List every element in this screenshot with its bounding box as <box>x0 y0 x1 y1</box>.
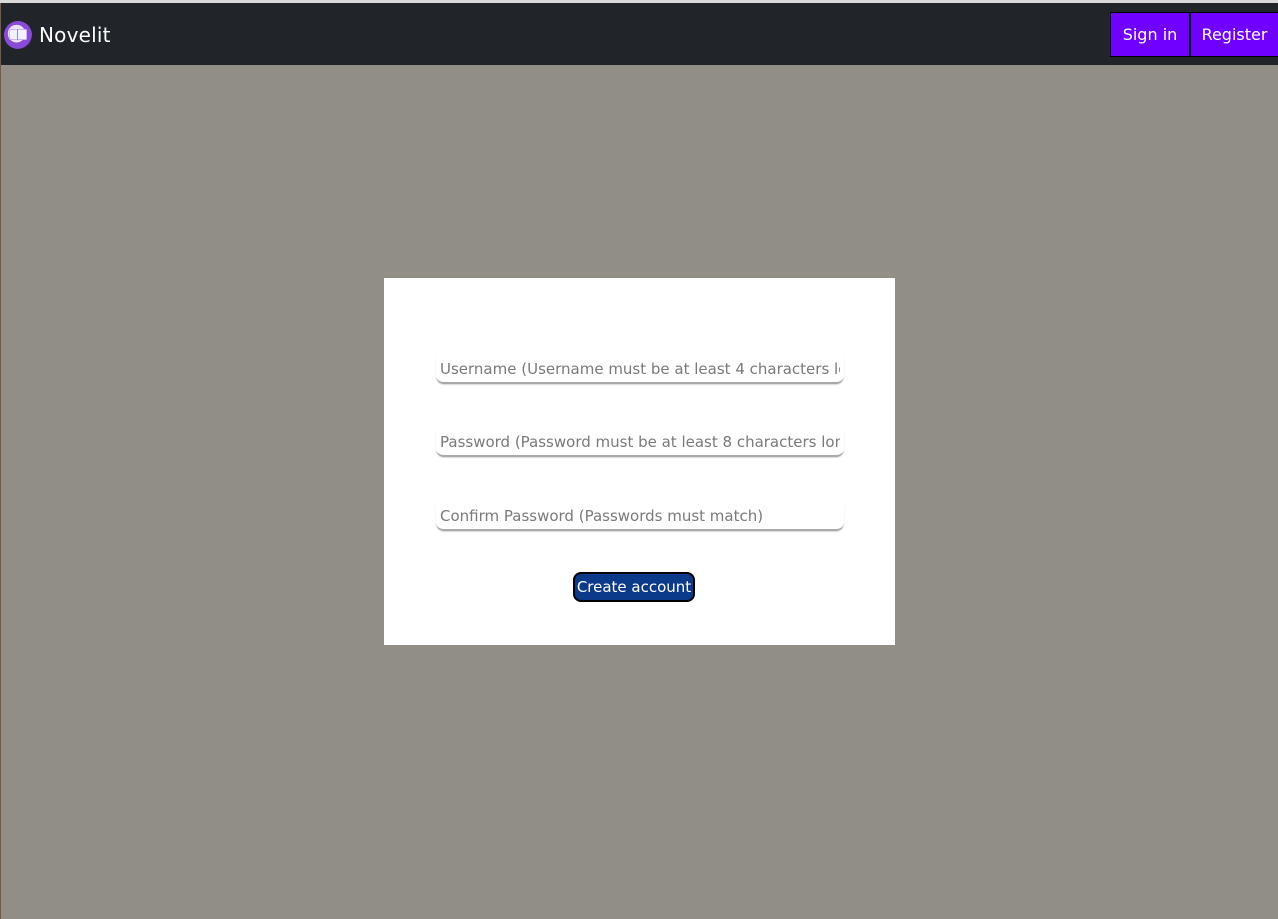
sign-in-button[interactable]: Sign in <box>1110 12 1190 57</box>
brand-link[interactable]: Novelit <box>4 19 111 51</box>
window-left-edge <box>0 3 1 919</box>
password-input[interactable] <box>436 429 844 457</box>
book-logo-icon <box>4 21 32 49</box>
brand-name: Novelit <box>39 23 111 47</box>
username-input[interactable] <box>436 356 844 384</box>
top-navbar: Novelit Sign in Register <box>1 3 1278 65</box>
confirm-password-input[interactable] <box>436 503 844 531</box>
register-button[interactable]: Register <box>1190 12 1278 57</box>
register-card: Create account <box>384 278 895 645</box>
create-account-button[interactable]: Create account <box>573 572 695 602</box>
